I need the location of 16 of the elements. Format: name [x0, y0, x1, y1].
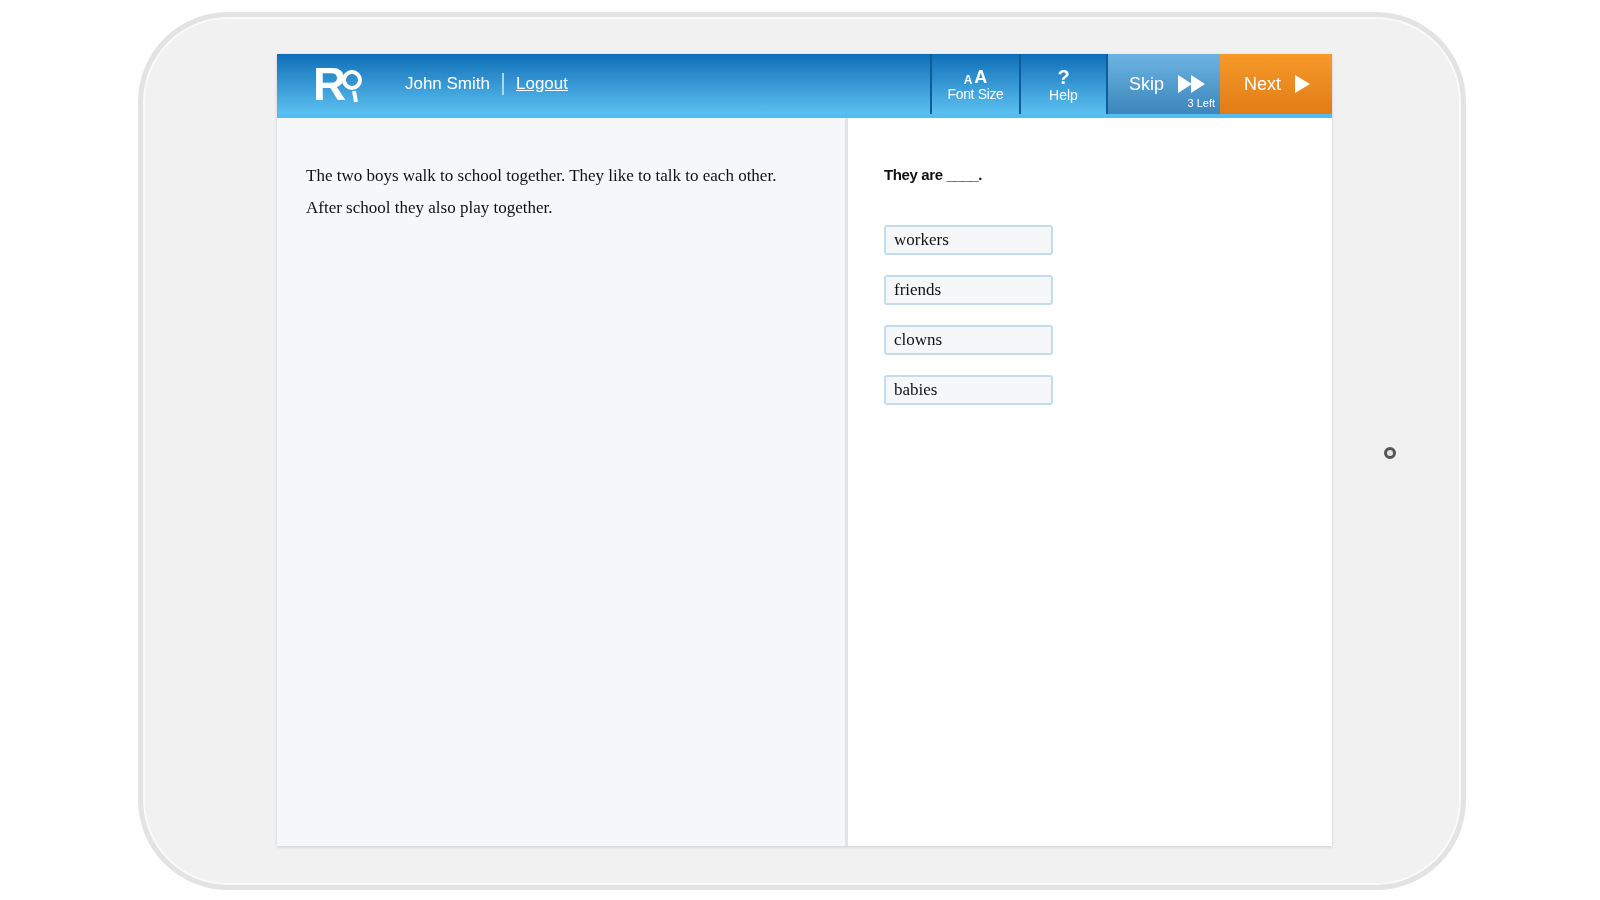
logout-link[interactable]: Logout: [515, 71, 568, 97]
home-button[interactable]: [1384, 447, 1396, 459]
question-prompt: They are ____.: [884, 165, 984, 185]
fast-forward-icon: [1178, 75, 1206, 93]
play-icon: [1295, 75, 1311, 93]
answer-option[interactable]: clowns: [884, 324, 1053, 355]
skip-button[interactable]: Skip 3 Left: [1108, 54, 1220, 114]
next-button[interactable]: Next: [1220, 54, 1332, 114]
user-name: John Smith: [404, 73, 490, 96]
font-size-button[interactable]: A A Font Size: [930, 54, 1021, 114]
passage-text: The two boys walk to school together. They like to talk to each other. After school they also play together.: [306, 165, 778, 219]
answer-option[interactable]: babies: [884, 374, 1053, 405]
skips-remaining: 3 Left: [1187, 95, 1215, 111]
answer-option[interactable]: friends: [884, 274, 1053, 305]
answer-option[interactable]: workers: [884, 224, 1053, 255]
logo-letter: R: [313, 61, 344, 107]
